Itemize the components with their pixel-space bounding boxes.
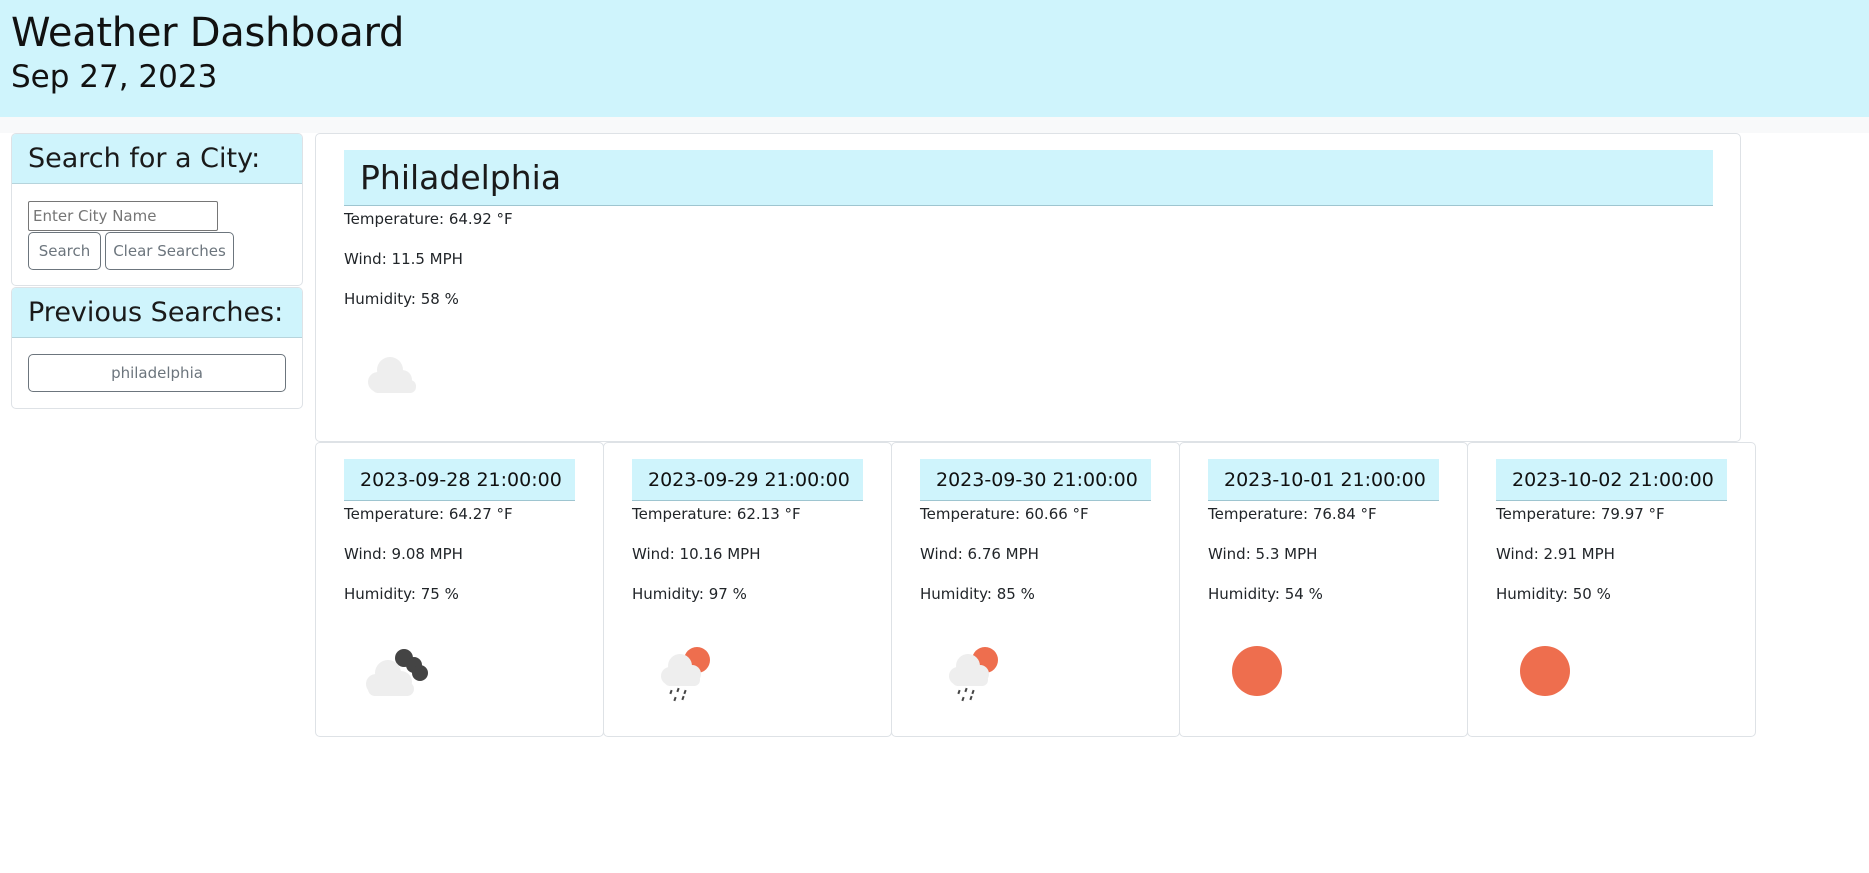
forecast-humidity: Humidity: 54 % (1208, 585, 1323, 603)
current-humidity: Humidity: 58 % (344, 290, 459, 308)
clear-searches-button[interactable]: Clear Searches (105, 232, 234, 270)
forecast-wind: Wind: 2.91 MPH (1496, 545, 1615, 563)
search-heading: Search for a City: (12, 134, 302, 184)
search-panel: Search for a City: Search Clear Searches (11, 133, 303, 286)
forecast-card: 2023-10-02 21:00:00 Temperature: 79.97 °… (1467, 442, 1756, 737)
forecast-card: 2023-09-29 21:00:00 Temperature: 62.13 °… (603, 442, 892, 737)
forecast-temperature: Temperature: 76.84 °F (1208, 505, 1377, 523)
forecast-temperature: Temperature: 62.13 °F (632, 505, 801, 523)
forecast-wind: Wind: 9.08 MPH (344, 545, 463, 563)
header-divider (0, 117, 1869, 133)
forecast-date: 2023-10-02 21:00:00 (1496, 459, 1727, 501)
forecast-card: 2023-10-01 21:00:00 Temperature: 76.84 °… (1179, 442, 1468, 737)
rain-sun-icon (661, 647, 710, 702)
previous-searches-heading: Previous Searches: (12, 288, 302, 338)
forecast-temperature: Temperature: 79.97 °F (1496, 505, 1665, 523)
forecast-wind: Wind: 5.3 MPH (1208, 545, 1318, 563)
previous-search-button[interactable]: philadelphia (28, 354, 286, 392)
page-header: Weather Dashboard Sep 27, 2023 (0, 0, 1869, 117)
forecast-date: 2023-09-30 21:00:00 (920, 459, 1151, 501)
forecast-date: 2023-09-29 21:00:00 (632, 459, 863, 501)
cloud-icon (368, 357, 416, 393)
forecast-wind: Wind: 6.76 MPH (920, 545, 1039, 563)
forecast-date: 2023-09-28 21:00:00 (344, 459, 575, 501)
forecast-wind: Wind: 10.16 MPH (632, 545, 761, 563)
broken-clouds-icon (366, 649, 428, 696)
search-button[interactable]: Search (28, 232, 101, 270)
city-name: Philadelphia (344, 150, 1713, 206)
forecast-card: 2023-09-28 21:00:00 Temperature: 64.27 °… (315, 442, 604, 737)
current-weather-panel: Philadelphia Temperature: 64.92 °F Wind:… (315, 133, 1741, 442)
forecast-humidity: Humidity: 97 % (632, 585, 747, 603)
sun-icon (1232, 646, 1282, 696)
current-temperature: Temperature: 64.92 °F (344, 210, 513, 228)
rain-sun-icon (949, 647, 998, 702)
page-title: Weather Dashboard (11, 10, 405, 56)
current-date: Sep 27, 2023 (11, 59, 218, 95)
forecast-temperature: Temperature: 64.27 °F (344, 505, 513, 523)
forecast-date: 2023-10-01 21:00:00 (1208, 459, 1439, 501)
forecast-temperature: Temperature: 60.66 °F (920, 505, 1089, 523)
forecast-humidity: Humidity: 50 % (1496, 585, 1611, 603)
city-search-input[interactable] (28, 201, 218, 231)
previous-searches-panel: Previous Searches: philadelphia (11, 287, 303, 409)
forecast-humidity: Humidity: 75 % (344, 585, 459, 603)
forecast-humidity: Humidity: 85 % (920, 585, 1035, 603)
forecast-card: 2023-09-30 21:00:00 Temperature: 60.66 °… (891, 442, 1180, 737)
sun-icon (1520, 646, 1570, 696)
current-wind: Wind: 11.5 MPH (344, 250, 463, 268)
